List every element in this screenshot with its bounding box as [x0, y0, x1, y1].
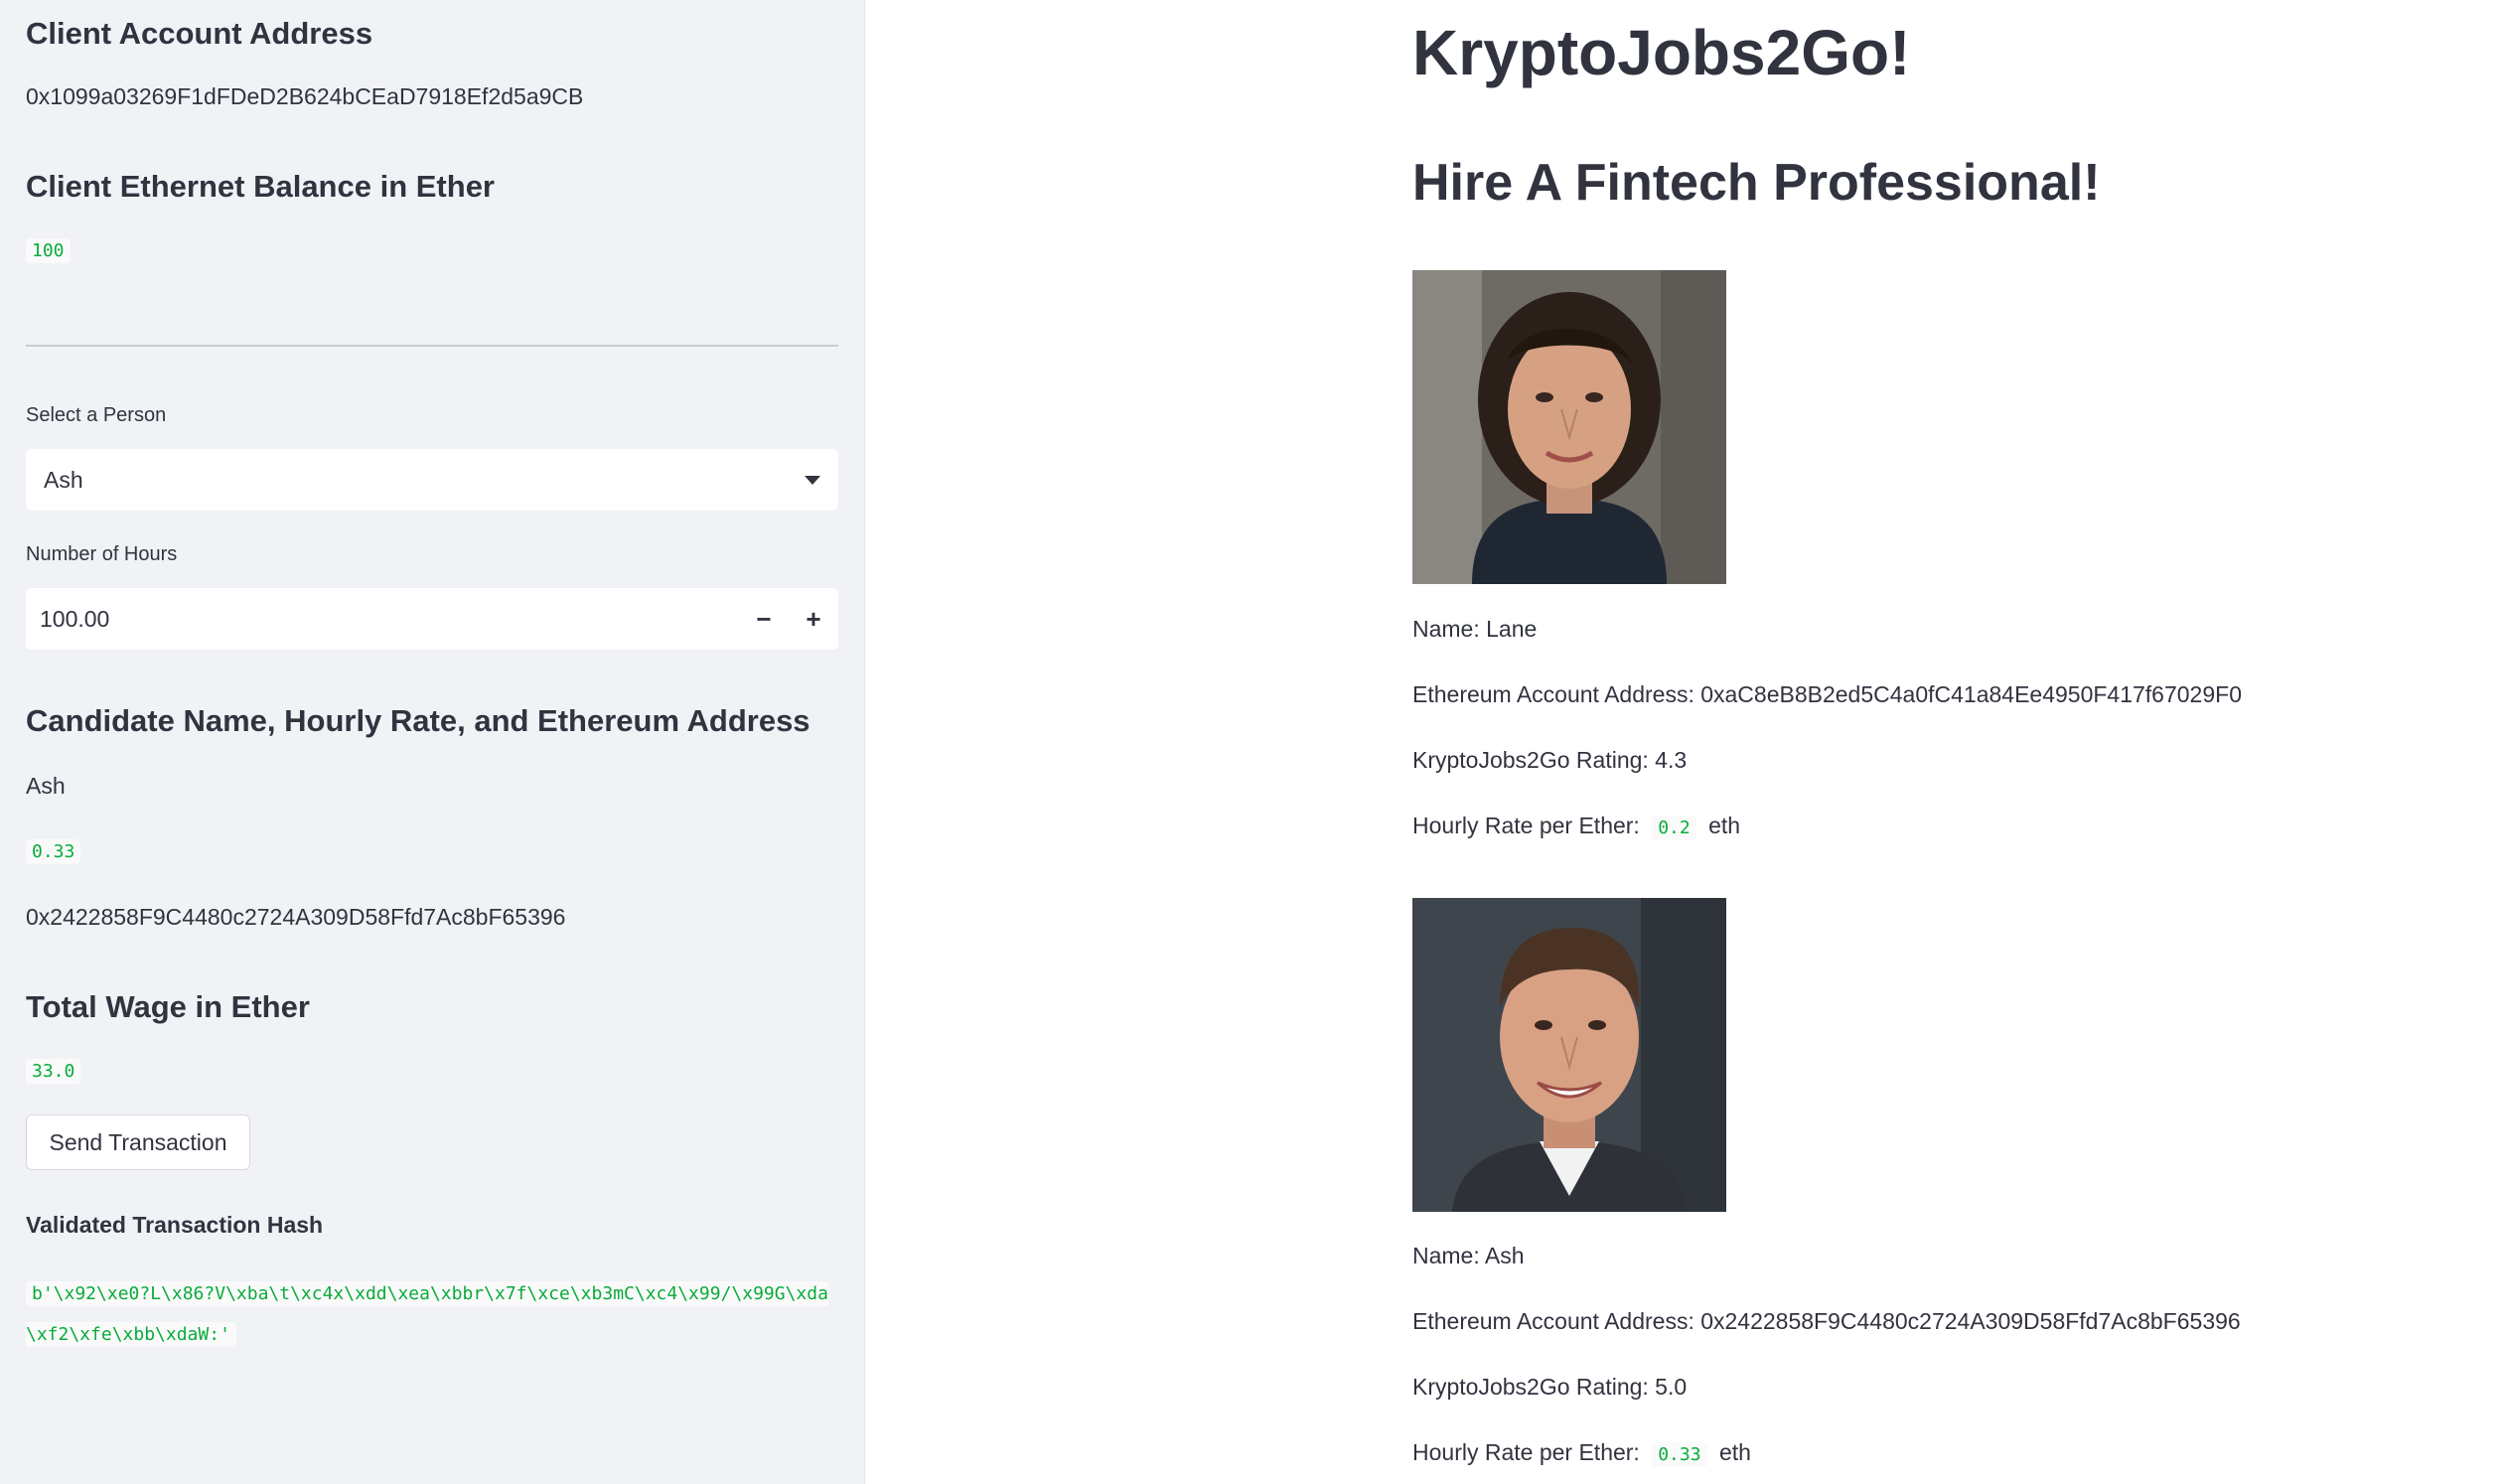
rate-suffix: eth — [1718, 1439, 1751, 1465]
page-title: KryptoJobs2Go! — [1412, 17, 1911, 88]
send-transaction-button[interactable]: Send Transaction — [26, 1114, 250, 1170]
page-subtitle: Hire A Fintech Professional! — [1412, 154, 2101, 212]
candidate-name: Ash — [26, 773, 66, 799]
candidate-rate: 0.33 — [26, 839, 81, 864]
candidate-rate-row: 0.33 — [26, 839, 838, 864]
hash-label: Validated Transaction Hash — [26, 1212, 324, 1238]
candidate-rating-ash: KryptoJobs2Go Rating: 5.0 — [1412, 1374, 1688, 1400]
candidate-photo-lane — [1412, 270, 1726, 584]
candidate-rating-lane: KryptoJobs2Go Rating: 4.3 — [1412, 747, 1688, 773]
balance-value: 100 — [26, 238, 71, 263]
candidate-header: Candidate Name, Hourly Rate, and Ethereu… — [26, 703, 810, 738]
decrement-button[interactable]: − — [739, 588, 789, 650]
select-person-dropdown[interactable]: Ash — [26, 449, 838, 511]
chevron-down-icon — [805, 475, 820, 485]
balance-header: Client Ethernet Balance in Ether — [26, 169, 495, 204]
rate-prefix: Hourly Rate per Ether: — [1412, 1439, 1640, 1465]
candidate-address: 0x2422858F9C4480c2724A309D58Ffd7Ac8bF653… — [26, 904, 566, 930]
wage-value: 33.0 — [26, 1059, 81, 1084]
wage-row: 33.0 — [26, 1059, 838, 1084]
rate-prefix: Hourly Rate per Ether: — [1412, 813, 1640, 838]
hash-value: b'\x92\xe0?L\x86?V\xba\t\xc4x\xdd\xea\xb… — [26, 1281, 828, 1347]
client-account-address: 0x1099a03269F1dFDeD2B624bCEaD7918Ef2d5a9… — [26, 83, 584, 109]
rate-suffix: eth — [1708, 813, 1741, 838]
sidebar: Client Account Address 0x1099a03269F1dFD… — [0, 0, 865, 1484]
hash-value-block: b'\x92\xe0?L\x86?V\xba\t\xc4x\xdd\xea\xb… — [26, 1273, 842, 1355]
balance-row: 100 — [26, 238, 838, 263]
rate-value: 0.2 — [1652, 816, 1696, 840]
candidate-address-lane: Ethereum Account Address: 0xaC8eB8B2ed5C… — [1412, 681, 2242, 707]
hours-stepper: − + — [26, 588, 838, 650]
divider — [26, 345, 838, 347]
rate-value: 0.33 — [1652, 1442, 1707, 1467]
hours-input[interactable] — [26, 588, 739, 650]
increment-button[interactable]: + — [789, 588, 838, 650]
select-person-value: Ash — [44, 466, 83, 493]
candidate-rate-row-ash: Hourly Rate per Ether: 0.33 eth — [1412, 1439, 1751, 1467]
candidate-name-ash: Name: Ash — [1412, 1243, 1525, 1268]
wage-header: Total Wage in Ether — [26, 989, 310, 1024]
candidate-photo-ash — [1412, 898, 1726, 1212]
candidate-name-lane: Name: Lane — [1412, 616, 1538, 642]
client-account-header: Client Account Address — [26, 16, 373, 51]
candidate-rate-row-lane: Hourly Rate per Ether: 0.2 eth — [1412, 813, 1740, 840]
hours-label: Number of Hours — [26, 543, 178, 565]
select-person-label: Select a Person — [26, 404, 167, 426]
candidate-address-ash: Ethereum Account Address: 0x2422858F9C44… — [1412, 1308, 2241, 1334]
